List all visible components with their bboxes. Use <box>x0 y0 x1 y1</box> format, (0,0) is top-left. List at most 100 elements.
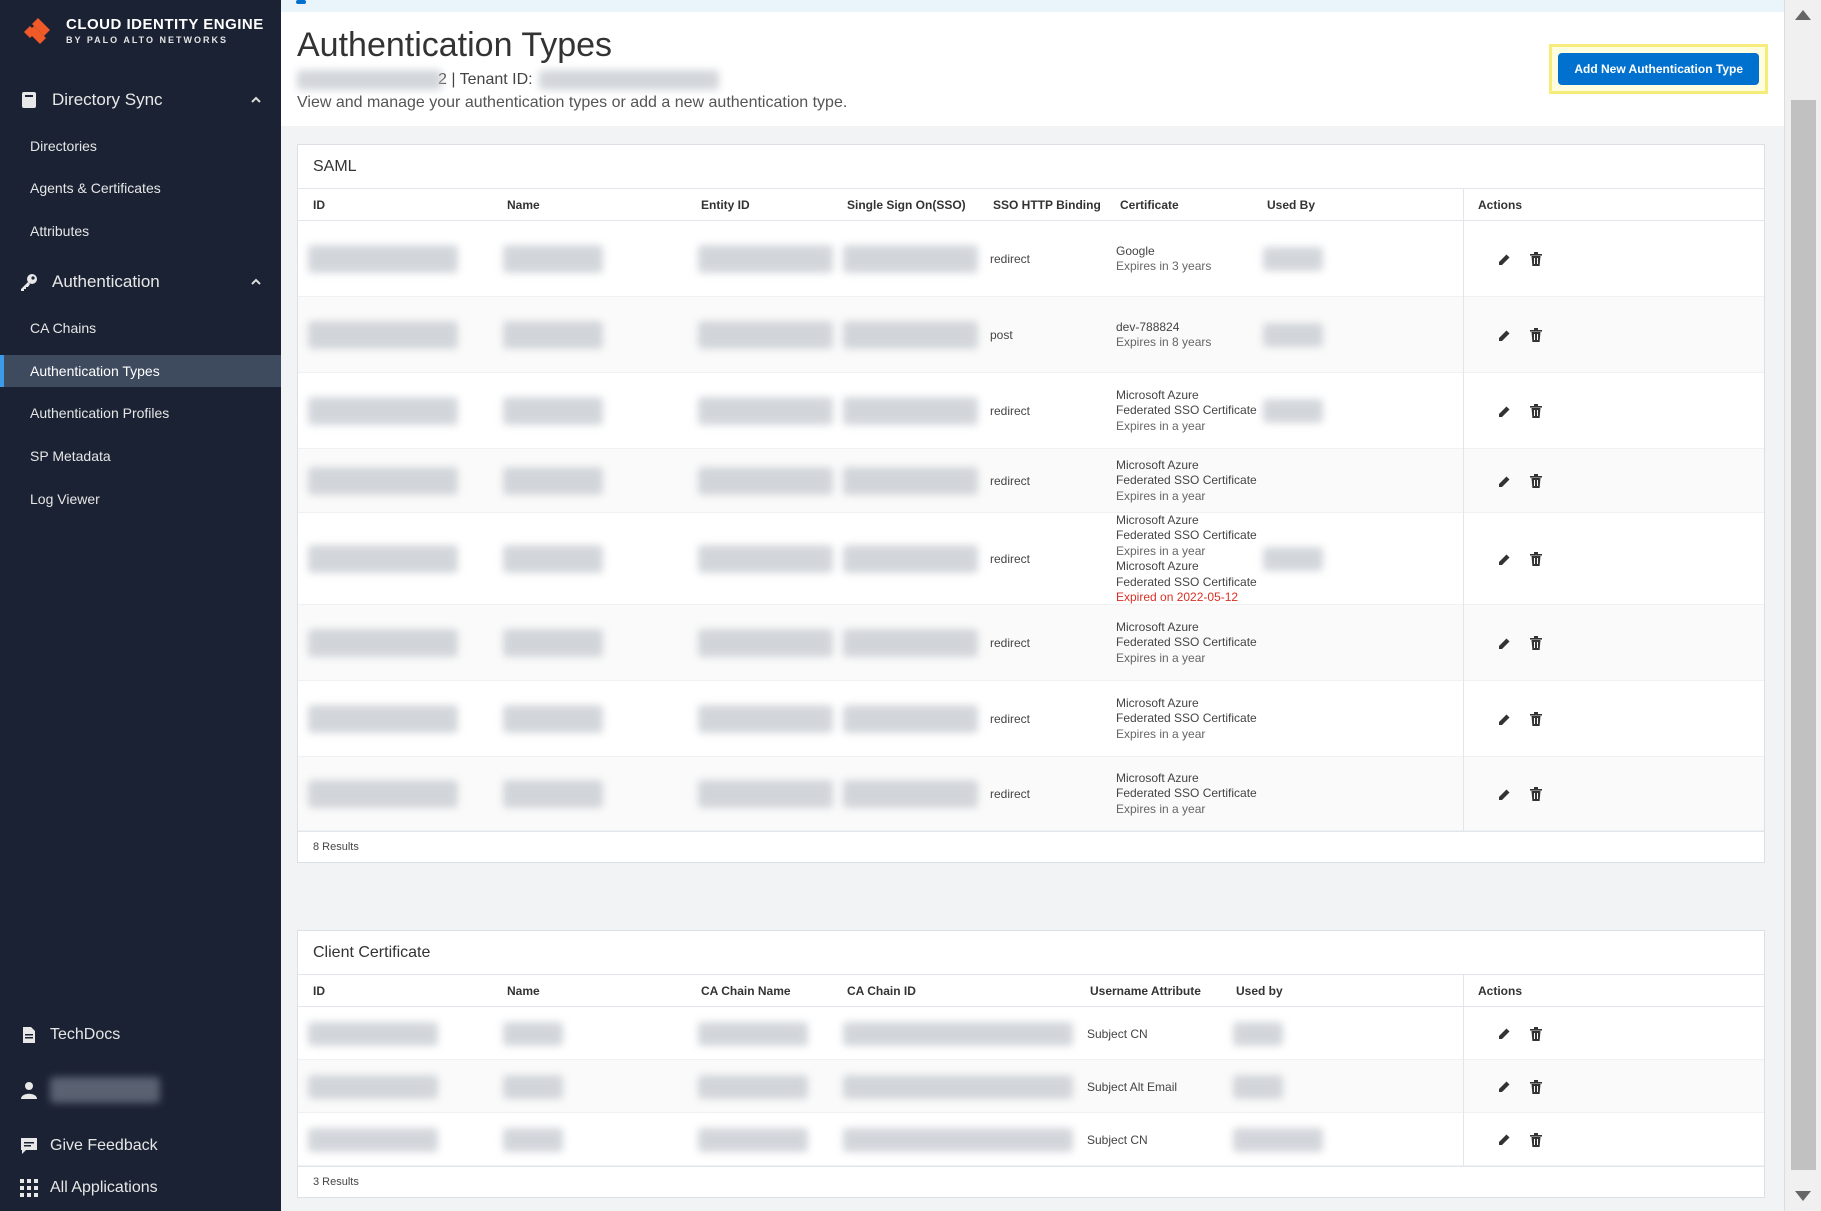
sidebar-item-log-viewer[interactable]: Log Viewer <box>0 483 281 515</box>
tenant-name-redacted <box>297 70 442 90</box>
pencil-icon[interactable] <box>1496 1026 1512 1042</box>
sidebar-item-directories[interactable]: Directories <box>0 130 281 162</box>
sso-binding: redirect <box>990 636 1031 650</box>
redacted-value <box>503 545 603 573</box>
redacted-cell <box>698 321 833 352</box>
pencil-icon[interactable] <box>1496 473 1512 489</box>
tenant-id-redacted <box>538 70 719 90</box>
trash-icon[interactable] <box>1528 1079 1544 1095</box>
sidebar-item-attributes[interactable]: Attributes <box>0 215 281 247</box>
table-row: post dev-788824 Expires in 8 years <box>298 297 1764 373</box>
sidebar-item-all-applications[interactable]: All Applications <box>0 1170 281 1206</box>
redacted-value <box>1263 247 1323 271</box>
pencil-icon[interactable] <box>1496 551 1512 567</box>
table-row: redirect Microsoft Azure Federated SSO Cer… <box>298 373 1764 449</box>
certificate-name: dev-788824 <box>1116 319 1180 334</box>
redacted-cell <box>843 780 978 811</box>
trash-icon[interactable] <box>1528 251 1544 267</box>
pencil-icon[interactable] <box>1496 251 1512 267</box>
redacted-cell <box>308 321 458 352</box>
username-attribute: Subject Alt Email <box>1087 1079 1178 1094</box>
sidebar-item-agents-certificates[interactable]: Agents & Certificates <box>0 172 281 204</box>
sidebar-item-give-feedback[interactable]: Give Feedback <box>0 1128 281 1164</box>
column-header: ID <box>313 984 325 998</box>
redacted-value <box>308 1021 438 1046</box>
user-name-redacted <box>50 1077 160 1103</box>
certificate-expired: Expired on 2022-05-12 <box>1116 590 1239 604</box>
scroll-thumb[interactable] <box>1791 100 1816 1170</box>
redacted-cell <box>503 397 603 428</box>
redacted-value <box>698 780 833 808</box>
add-new-authentication-type-button[interactable]: Add New Authentication Type <box>1558 53 1759 85</box>
sso-binding: redirect <box>990 474 1031 488</box>
pencil-icon[interactable] <box>1496 327 1512 343</box>
brand[interactable]: CLOUD IDENTITY ENGINE BY PALO ALTO NETWO… <box>18 16 264 46</box>
client-certificate-card-title: Client Certificate <box>298 931 1764 975</box>
user-account[interactable] <box>0 1072 281 1108</box>
pencil-icon[interactable] <box>1496 786 1512 802</box>
pencil-icon[interactable] <box>1496 1132 1512 1148</box>
trash-icon[interactable] <box>1528 1026 1544 1042</box>
redacted-value <box>308 245 458 273</box>
scroll-up-arrow-icon[interactable] <box>1795 10 1811 20</box>
trash-icon[interactable] <box>1528 786 1544 802</box>
sidebar-item-label: All Applications <box>50 1179 158 1196</box>
redacted-cell <box>843 245 978 276</box>
page-title: Authentication Types <box>297 26 613 64</box>
redacted-value <box>843 545 978 573</box>
vertical-scrollbar[interactable] <box>1784 0 1821 1211</box>
certificate-expiry: Expires in a year <box>1116 488 1206 503</box>
column-header: CA Chain Name <box>701 984 791 998</box>
saml-card: SAML ID Name Entity ID Single Sign On(SSO) S… <box>297 144 1765 863</box>
redacted-value <box>308 1074 438 1099</box>
row-actions <box>1496 551 1544 567</box>
sidebar-item-sp-metadata[interactable]: SP Metadata <box>0 440 281 472</box>
sidebar-item-ca-chains[interactable]: CA Chains <box>0 312 281 344</box>
pencil-icon[interactable] <box>1496 1079 1512 1095</box>
pencil-icon[interactable] <box>1496 711 1512 727</box>
sidebar-item-authentication-types[interactable]: Authentication Types <box>0 355 281 387</box>
redacted-value <box>503 1127 563 1152</box>
trash-icon[interactable] <box>1528 327 1544 343</box>
certificate-info: Microsoft Azure Federated SSO Certificate… <box>1116 620 1257 667</box>
certificate-name: Federated SSO Certificate <box>1116 711 1257 726</box>
trash-icon[interactable] <box>1528 711 1544 727</box>
redacted-cell <box>503 321 603 352</box>
certificate-name: Microsoft Azure <box>1116 695 1199 710</box>
sidebar-item-label: TechDocs <box>50 1026 121 1043</box>
redacted-cell <box>308 1074 438 1102</box>
trash-icon[interactable] <box>1528 403 1544 419</box>
trash-icon[interactable] <box>1528 635 1544 651</box>
trash-icon[interactable] <box>1528 551 1544 567</box>
redacted-value <box>308 467 458 495</box>
pencil-icon[interactable] <box>1496 635 1512 651</box>
trash-icon[interactable] <box>1528 473 1544 489</box>
table-row: redirect Google Expires in 3 years <box>298 221 1764 297</box>
nav-section-directory-sync[interactable]: Directory Sync <box>0 80 281 120</box>
used-by-redacted <box>1263 323 1323 350</box>
column-header: Name <box>507 984 540 998</box>
redacted-cell <box>843 1021 1073 1049</box>
redacted-cell <box>308 545 458 576</box>
redacted-value <box>308 780 458 808</box>
redacted-value <box>503 1074 563 1099</box>
chevron-up-icon[interactable] <box>251 92 261 106</box>
certificate-expiry: Expires in a year <box>1116 418 1206 433</box>
scroll-down-arrow-icon[interactable] <box>1795 1191 1811 1201</box>
column-header: Entity ID <box>701 198 750 212</box>
column-header: Certificate <box>1120 198 1179 212</box>
nav-section-authentication[interactable]: Authentication <box>0 262 281 302</box>
key-icon <box>18 271 40 293</box>
pencil-icon[interactable] <box>1496 403 1512 419</box>
saml-table-header: ID Name Entity ID Single Sign On(SSO) SSO HT… <box>298 189 1764 221</box>
brand-subtitle: BY PALO ALTO NETWORKS <box>66 35 229 45</box>
sidebar-item-authentication-profiles[interactable]: Authentication Profiles <box>0 397 281 429</box>
chevron-up-icon[interactable] <box>251 274 261 288</box>
sidebar: CLOUD IDENTITY ENGINE BY PALO ALTO NETWO… <box>0 0 281 1211</box>
trash-icon[interactable] <box>1528 1132 1544 1148</box>
table-row: Subject CN <box>298 1007 1764 1060</box>
redacted-cell <box>308 705 458 736</box>
redacted-cell <box>698 245 833 276</box>
sidebar-item-techdocs[interactable]: TechDocs <box>0 1017 281 1053</box>
used-by-redacted <box>1263 247 1323 274</box>
